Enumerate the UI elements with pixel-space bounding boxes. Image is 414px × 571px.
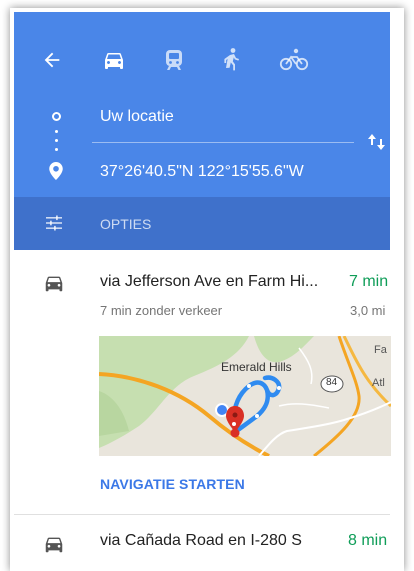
route-dot-icon	[55, 130, 58, 133]
route-car-icon	[42, 533, 66, 555]
map-place-label: Emerald Hills	[221, 360, 292, 374]
route-title[interactable]: via Cañada Road en I-280 S	[100, 532, 302, 550]
route-duration: 8 min	[348, 532, 388, 549]
route-traffic-note: 7 min zonder verkeer	[100, 303, 223, 318]
route-car-icon	[42, 272, 66, 294]
mode-bike-tab[interactable]	[279, 48, 309, 72]
route-duration: 7 min	[349, 273, 389, 290]
mode-car-tab[interactable]	[102, 48, 126, 72]
route-distance: 3,0 mi	[350, 303, 386, 318]
start-navigation-button[interactable]: NAVIGATIE STARTEN	[100, 476, 245, 492]
field-divider	[92, 142, 354, 143]
options-bar[interactable]	[14, 197, 390, 250]
destination-pin-icon	[49, 162, 63, 180]
route-dot-icon	[55, 148, 58, 151]
route-separator	[14, 514, 390, 515]
swap-vertical-icon	[368, 134, 385, 150]
walk-icon	[224, 48, 239, 71]
car-icon	[105, 53, 123, 69]
route-dot-icon	[55, 139, 58, 142]
mode-walk-tab[interactable]	[222, 47, 242, 73]
route-map-thumbnail[interactable]: Emerald Hills 84 Fa Atl	[99, 336, 391, 456]
options-label[interactable]: OPTIES	[100, 216, 151, 232]
map-graphic	[99, 336, 391, 456]
swap-button[interactable]	[367, 133, 387, 151]
mode-transit-tab[interactable]	[163, 48, 185, 72]
origin-field[interactable]: Uw locatie	[100, 108, 174, 126]
destination-field[interactable]: 37°26'40.5"N 122°15'55.6"W	[100, 163, 304, 181]
map-edge-label-atl: Atl	[372, 377, 385, 389]
arrow-left-icon	[44, 52, 60, 68]
transit-icon	[166, 50, 182, 70]
back-button[interactable]	[41, 49, 63, 71]
tune-sliders-icon	[45, 215, 63, 231]
route-title[interactable]: via Jefferson Ave en Farm Hi...	[100, 273, 318, 291]
route-shield-label: 84	[326, 377, 338, 388]
bike-icon	[279, 48, 309, 71]
origin-circle-icon	[52, 112, 61, 121]
map-edge-label-fa: Fa	[374, 344, 387, 356]
